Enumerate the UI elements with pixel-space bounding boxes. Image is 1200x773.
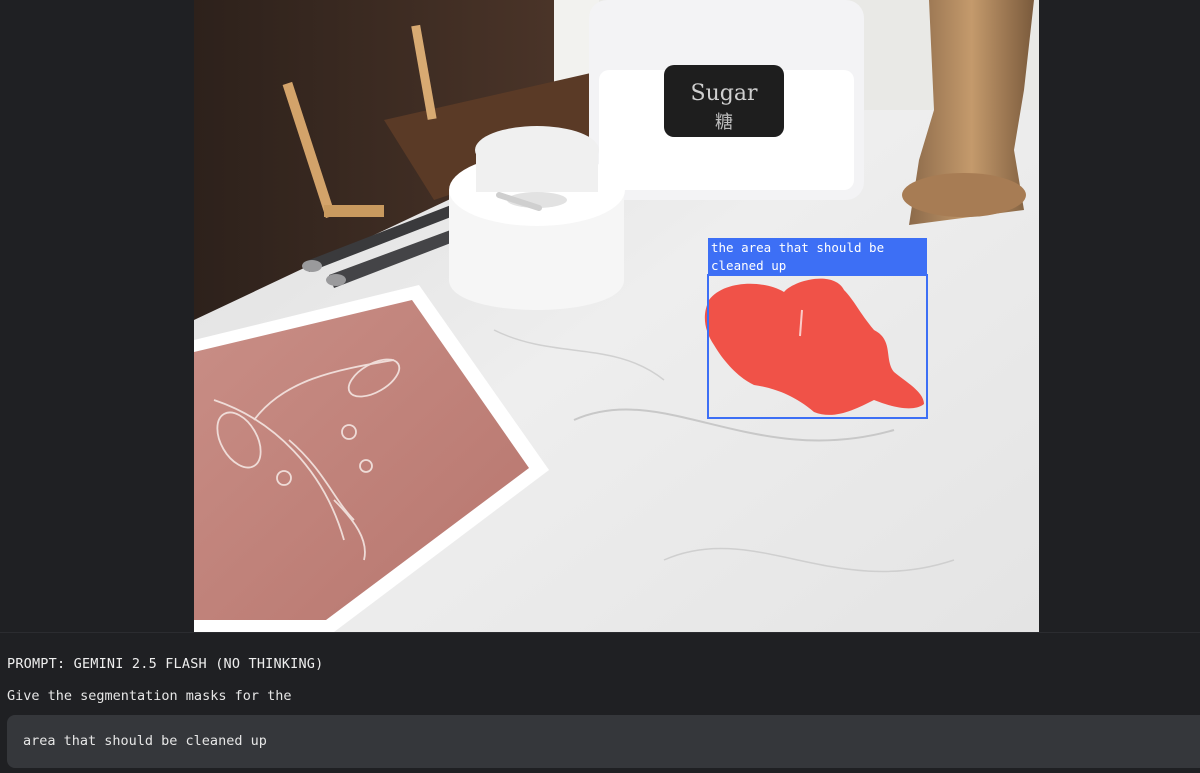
jar-label-cjk: 糖 xyxy=(715,112,733,133)
detection-label: the area that should be cleaned up xyxy=(708,238,927,274)
prompt-text: Give the segmentation masks for the xyxy=(7,688,292,704)
prompt-query-chip: area that should be cleaned up xyxy=(7,715,1200,768)
detection-bounding-box xyxy=(707,274,928,419)
image-viewport: Sugar 糖 the area that should be cleaned … xyxy=(0,0,1200,632)
prompt-title: PROMPT: GEMINI 2.5 FLASH (NO THINKING) xyxy=(7,656,324,672)
jar-label-text: Sugar xyxy=(691,81,758,106)
prompt-query-text: area that should be cleaned up xyxy=(23,733,267,749)
prompt-panel: PROMPT: GEMINI 2.5 FLASH (NO THINKING) G… xyxy=(0,632,1200,773)
